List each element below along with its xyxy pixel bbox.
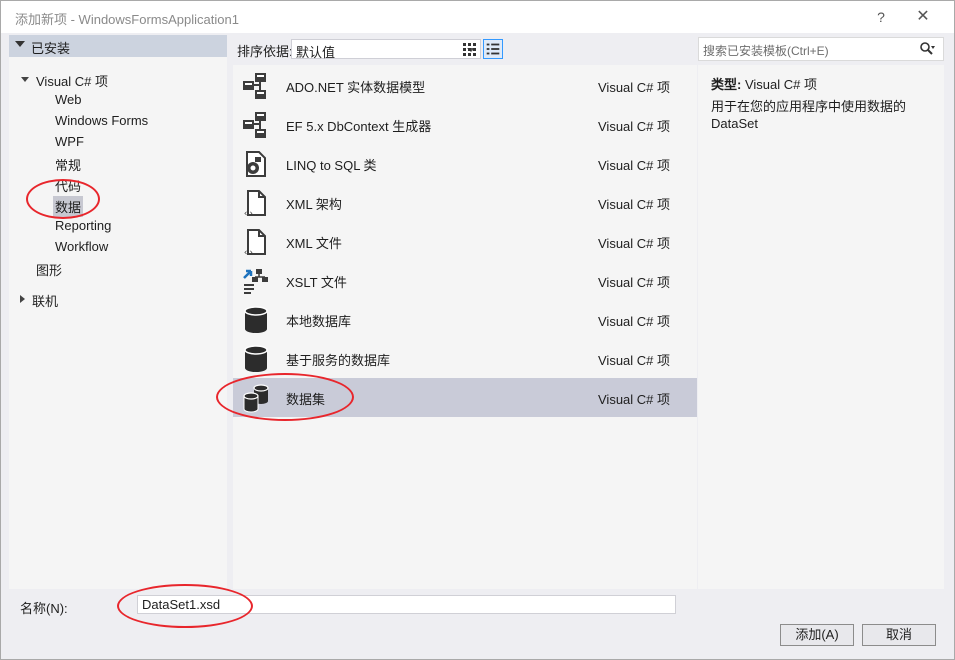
tree-item-general[interactable]: 常规 [55,155,81,174]
annotation-circle-dataset [216,373,354,421]
entity-model-icon [243,73,266,99]
tree-item-graphics[interactable]: 图形 [36,260,62,279]
template-name: ADO.NET 实体数据模型 [286,80,426,95]
template-row[interactable]: EF 5.x DbContext 生成器 Visual C# 项 [233,105,697,144]
template-type: Visual C# 项 [598,119,671,134]
expand-triangle-icon[interactable] [20,295,25,303]
tree-item-windows-forms[interactable]: Windows Forms [55,113,148,128]
help-button[interactable]: ? [867,5,895,29]
tree-item-visual-csharp[interactable]: Visual C# 项 [36,71,108,90]
sort-toolbar: 排序依据: 默认值 [233,37,697,61]
installed-header[interactable]: 已安装 [9,35,227,57]
detail-type-value: Visual C# 项 [744,77,817,92]
template-name: 本地数据库 [286,314,352,329]
search-icon[interactable] [919,41,935,57]
template-details: 类型: Visual C# 项 用于在您的应用程序中使用数据的 DataSet [698,65,944,589]
xslt-file-icon [243,269,268,294]
template-name: XML 架构 [286,197,342,212]
tree-item-reporting[interactable]: Reporting [55,218,111,233]
add-button[interactable]: 添加(A) [780,624,854,646]
tree-item-wpf[interactable]: WPF [55,134,84,149]
template-row[interactable]: 基于服务的数据库 Visual C# 项 [233,339,697,378]
detail-type-line: 类型: Visual C# 项 [711,74,817,93]
annotation-circle-data [26,179,100,219]
close-button[interactable]: ✕ [909,5,937,29]
tree-item-web[interactable]: Web [55,92,82,107]
template-type: Visual C# 项 [598,392,671,407]
svg-text:‹›: ‹› [243,209,254,218]
template-type: Visual C# 项 [598,236,671,251]
name-label: 名称(N): [20,601,68,616]
template-type: Visual C# 项 [598,158,671,173]
sort-dropdown[interactable]: 默认值 [291,39,481,60]
list-view-icon[interactable] [483,39,503,59]
template-type: Visual C# 项 [598,353,671,368]
add-new-item-dialog: 添加新项 - WindowsFormsApplication1 ? ✕ 已安装 … [0,0,955,660]
template-row[interactable]: ADO.NET 实体数据模型 Visual C# 项 [233,66,697,105]
template-row[interactable]: XSLT 文件 Visual C# 项 [233,261,697,300]
template-name: XSLT 文件 [286,275,347,290]
svg-text:‹›: ‹› [243,248,254,257]
linq-to-sql-icon [246,151,266,177]
template-list: ADO.NET 实体数据模型 Visual C# 项 EF 5.x DbCont… [233,65,697,589]
search-placeholder: 搜索已安装模板(Ctrl+E) [703,44,829,58]
window-title: 添加新项 - WindowsFormsApplication1 [15,12,239,27]
template-name: LINQ to SQL 类 [286,158,377,173]
detail-type-label: 类型: [711,77,742,92]
sort-value: 默认值 [296,45,336,60]
template-type: Visual C# 项 [598,314,671,329]
template-type: Visual C# 项 [598,80,671,95]
detail-description: 用于在您的应用程序中使用数据的 DataSet [711,99,907,131]
service-database-icon [244,345,268,372]
xml-file-icon: ‹› [243,229,266,257]
category-tree: 已安装 Visual C# 项 Web Windows Forms WPF 常规… [9,35,227,589]
template-type: Visual C# 项 [598,197,671,212]
grid-view-icon[interactable] [459,39,479,59]
dbcontext-generator-icon [243,112,266,138]
template-row[interactable]: ‹› XML 文件 Visual C# 项 [233,222,697,261]
template-row[interactable]: 本地数据库 Visual C# 项 [233,300,697,339]
template-type: Visual C# 项 [598,275,671,290]
template-row[interactable]: LINQ to SQL 类 Visual C# 项 [233,144,697,183]
sort-label: 排序依据: [237,44,293,59]
tree-item-workflow[interactable]: Workflow [55,239,108,254]
template-name: EF 5.x DbContext 生成器 [286,119,432,134]
xml-schema-icon: ‹› [243,190,266,218]
annotation-circle-filename [117,584,253,628]
expand-triangle-icon[interactable] [21,77,29,82]
template-name: 基于服务的数据库 [286,353,391,368]
template-row[interactable]: ‹› XML 架构 Visual C# 项 [233,183,697,222]
installed-label: 已安装 [31,41,71,56]
local-database-icon [244,306,268,333]
collapse-triangle-icon [15,41,25,47]
title-bar: 添加新项 - WindowsFormsApplication1 ? ✕ [1,1,954,33]
template-name: XML 文件 [286,236,342,251]
search-installed-templates[interactable]: 搜索已安装模板(Ctrl+E) [698,37,944,61]
tree-item-online[interactable]: 联机 [32,291,58,310]
cancel-button[interactable]: 取消 [862,624,936,646]
